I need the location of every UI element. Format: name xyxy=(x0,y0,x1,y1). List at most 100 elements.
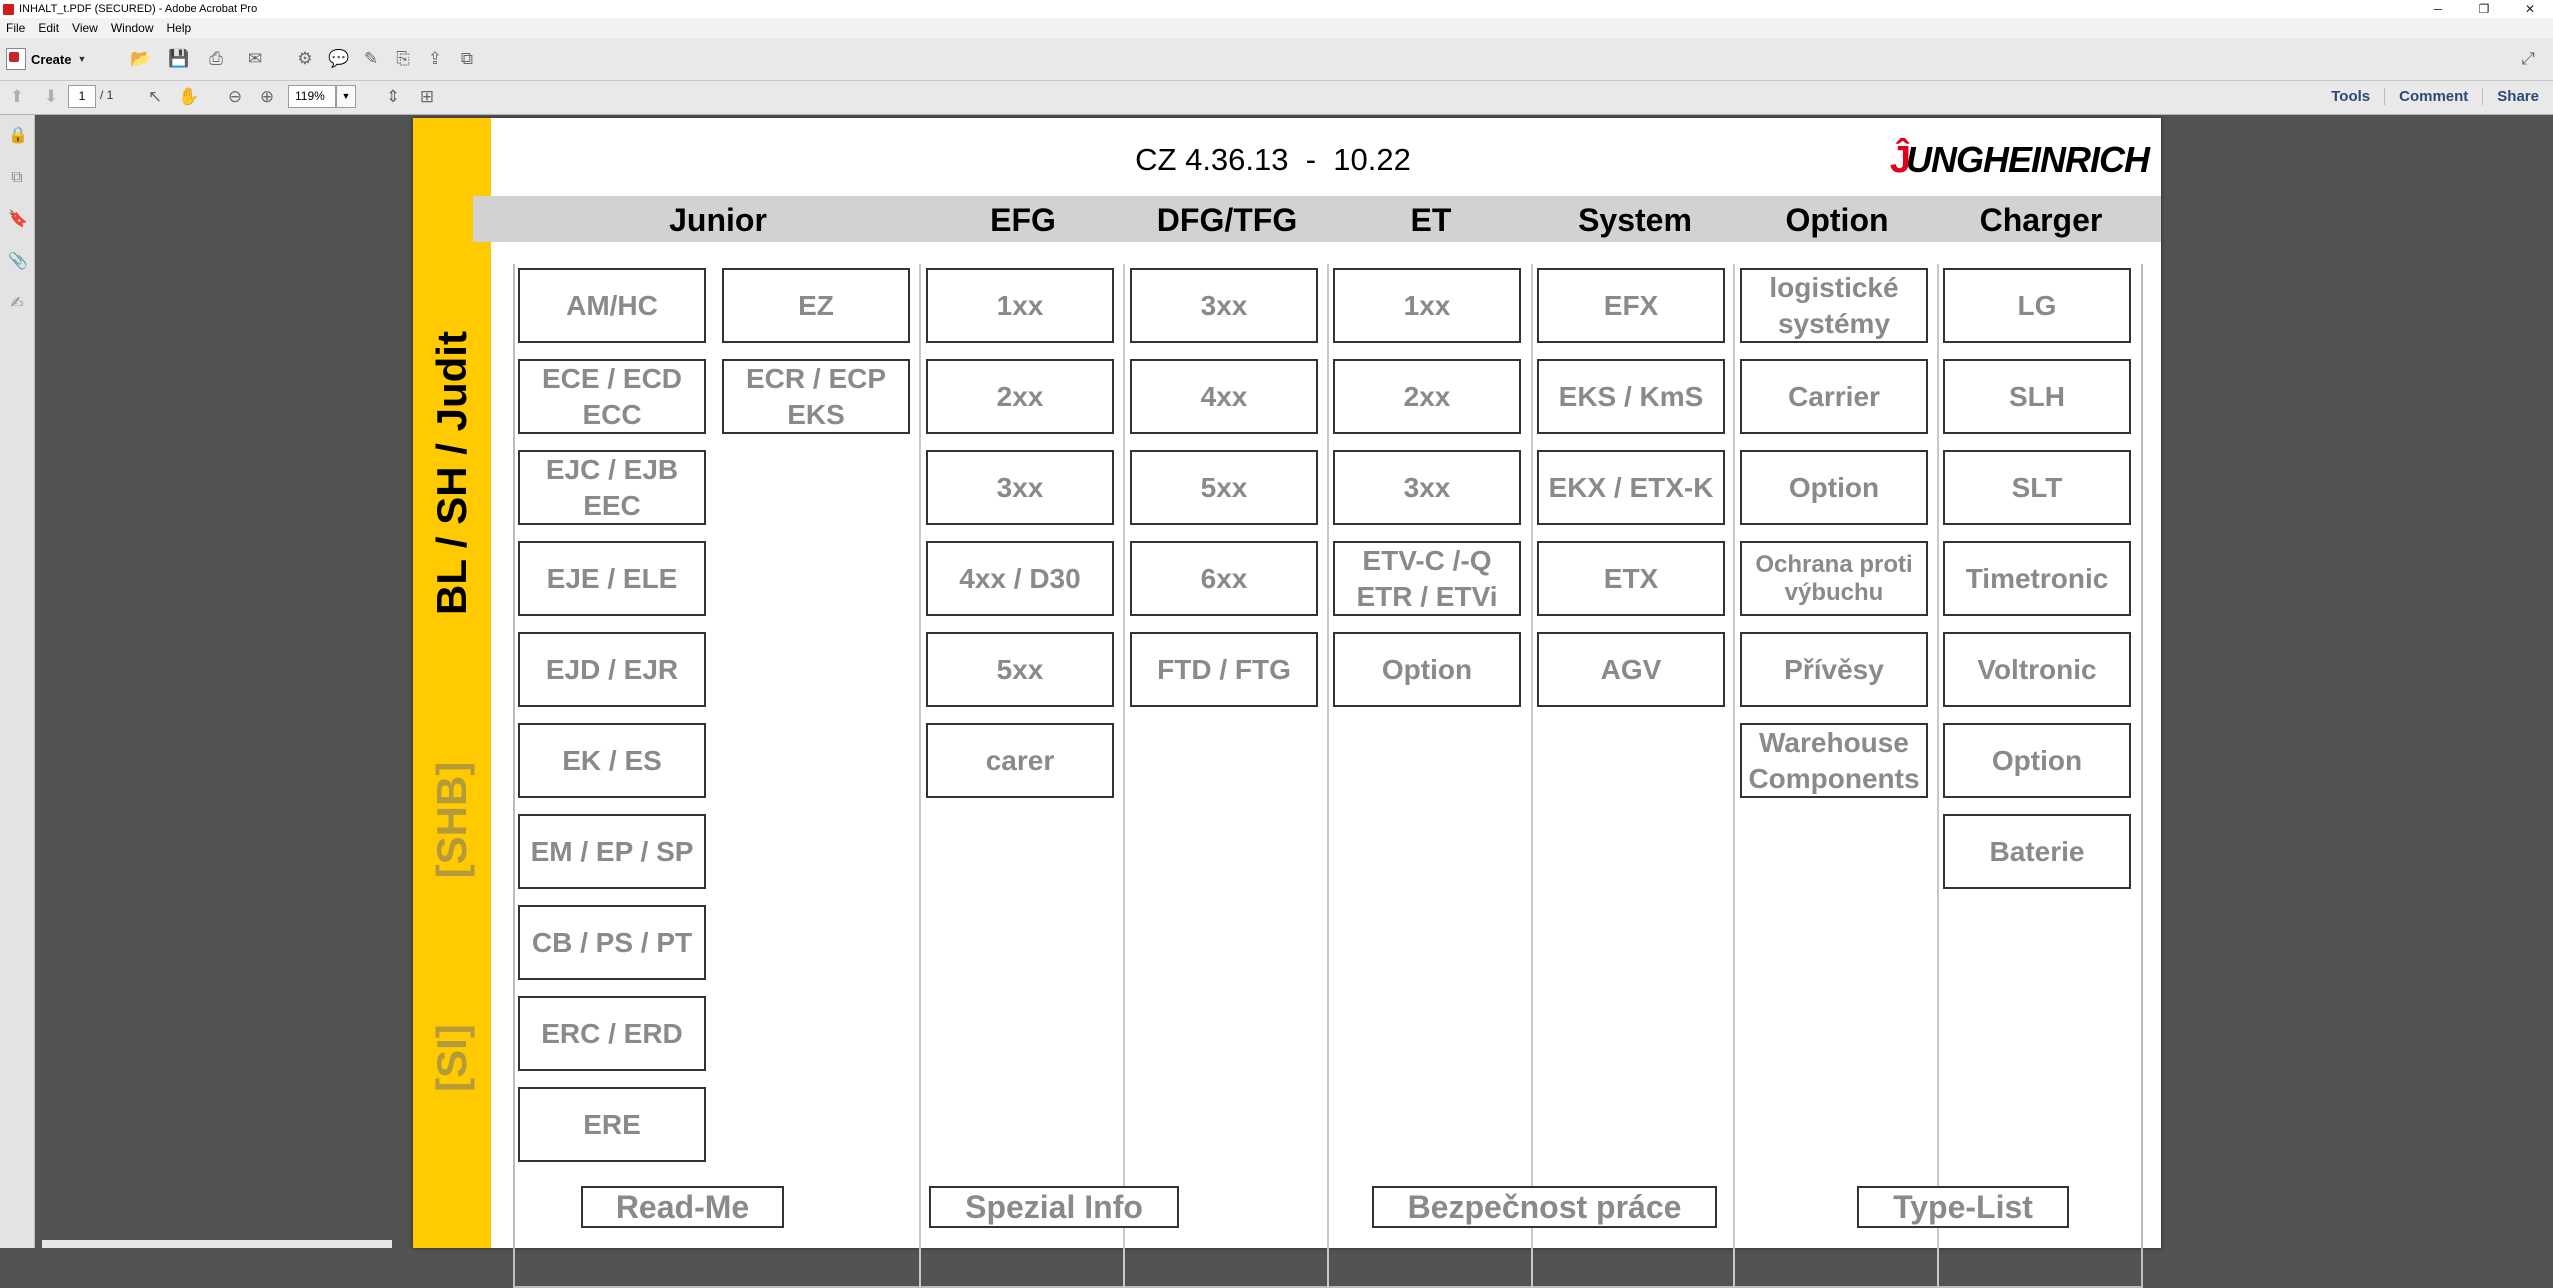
menu-edit[interactable]: Edit xyxy=(32,21,66,35)
link-et-1xx[interactable]: 1xx xyxy=(1333,268,1521,343)
link-timetronic[interactable]: Timetronic xyxy=(1943,541,2131,616)
link-ece-ecd-ecc[interactable]: ECE / ECD ECC xyxy=(518,359,706,434)
link-efg-1xx[interactable]: 1xx xyxy=(926,268,1114,343)
menu-view[interactable]: View xyxy=(66,21,105,35)
page-number-input[interactable]: 1 xyxy=(68,85,96,108)
signatures-icon[interactable]: ✍ xyxy=(8,295,26,313)
link-ez[interactable]: EZ xyxy=(722,268,910,343)
horizontal-scrollbar[interactable] xyxy=(42,1240,392,1248)
column-divider xyxy=(1123,264,1125,1288)
read-me-button[interactable]: Read-Me xyxy=(581,1186,784,1228)
link-et-3xx[interactable]: 3xx xyxy=(1333,450,1521,525)
link-logisticke-systemy[interactable]: logistické systémy xyxy=(1740,268,1928,343)
email-icon[interactable]: ✉ xyxy=(242,46,268,72)
tools-link[interactable]: Tools xyxy=(2317,88,2384,105)
link-eje-ele[interactable]: EJE / ELE xyxy=(518,541,706,616)
comment-icon[interactable]: 💬 xyxy=(326,46,352,72)
export-icon[interactable]: ⇪ xyxy=(422,46,448,72)
column-header-option: Option xyxy=(1785,202,1889,238)
bezpecnost-prace-button[interactable]: Bezpečnost práce xyxy=(1372,1186,1717,1228)
link-cb-ps-pt[interactable]: CB / PS / PT xyxy=(518,905,706,980)
menu-help[interactable]: Help xyxy=(161,21,199,35)
link-dfg-3xx[interactable]: 3xx xyxy=(1130,268,1318,343)
zoom-out-icon[interactable]: ⊖ xyxy=(222,84,248,110)
save-icon[interactable]: 💾 xyxy=(166,46,192,72)
link-erc-erd[interactable]: ERC / ERD xyxy=(518,996,706,1071)
link-dfg-4xx[interactable]: 4xx xyxy=(1130,359,1318,434)
expand-icon[interactable]: ⤢ xyxy=(2515,46,2541,72)
link-ochrana-proti-vybuchu[interactable]: Ochrana proti výbuchu xyxy=(1740,541,1928,616)
link-ekx-etx-k[interactable]: EKX / ETX-K xyxy=(1537,450,1725,525)
fit-page-icon[interactable]: ⇕ xyxy=(380,84,406,110)
link-agv[interactable]: AGV xyxy=(1537,632,1725,707)
link-voltronic[interactable]: Voltronic xyxy=(1943,632,2131,707)
link-etv-etr[interactable]: ETV-C /-Q ETR / ETVi xyxy=(1333,541,1521,616)
link-carrier[interactable]: Carrier xyxy=(1740,359,1928,434)
fit-width-icon[interactable]: ⊞ xyxy=(414,84,440,110)
zoom-in-icon[interactable]: ⊕ xyxy=(254,84,280,110)
link-am-hc[interactable]: AM/HC xyxy=(518,268,706,343)
hand-tool-icon[interactable]: ✋ xyxy=(176,84,202,110)
link-slh[interactable]: SLH xyxy=(1943,359,2131,434)
link-ek-es[interactable]: EK / ES xyxy=(518,723,706,798)
next-page-icon[interactable]: ⬇ xyxy=(38,84,64,110)
sign-icon[interactable]: ✎ xyxy=(358,46,384,72)
acrobat-icon xyxy=(3,3,14,15)
link-etx[interactable]: ETX xyxy=(1537,541,1725,616)
window-title: INHALT_t.PDF (SECURED) - Adobe Acrobat P… xyxy=(19,3,258,15)
menu-file[interactable]: File xyxy=(0,21,32,35)
zoom-dropdown-icon[interactable]: ▼ xyxy=(336,85,356,108)
link-efx[interactable]: EFX xyxy=(1537,268,1725,343)
link-lg[interactable]: LG xyxy=(1943,268,2131,343)
link-ecr-ecp-eks[interactable]: ECR / ECP EKS xyxy=(722,359,910,434)
create-button[interactable]: Create ▼ xyxy=(6,46,86,72)
review-icon[interactable]: ⎘ xyxy=(390,46,416,72)
bookmarks-icon[interactable]: 🔖 xyxy=(8,211,28,229)
link-option[interactable]: Option xyxy=(1740,450,1928,525)
attachments-icon[interactable]: 📎 xyxy=(8,253,28,271)
column-divider xyxy=(1937,264,1939,1288)
link-ejc-ejb-eec[interactable]: EJC / EJB EEC xyxy=(518,450,706,525)
link-efg-carer[interactable]: carer xyxy=(926,723,1114,798)
link-em-ep-sp[interactable]: EM / EP / SP xyxy=(518,814,706,889)
maximize-button[interactable]: ❐ xyxy=(2461,2,2507,16)
link-eks-kms[interactable]: EKS / KmS xyxy=(1537,359,1725,434)
link-et-option[interactable]: Option xyxy=(1333,632,1521,707)
link-baterie[interactable]: Baterie xyxy=(1943,814,2131,889)
share-link[interactable]: Share xyxy=(2482,87,2553,105)
link-dfg-5xx[interactable]: 5xx xyxy=(1130,450,1318,525)
link-slt[interactable]: SLT xyxy=(1943,450,2131,525)
link-dfg-6xx[interactable]: 6xx xyxy=(1130,541,1318,616)
menu-window[interactable]: Window xyxy=(105,21,161,35)
link-efg-4xx-d30[interactable]: 4xx / D30 xyxy=(926,541,1114,616)
zoom-input[interactable]: 119% xyxy=(288,85,336,108)
column-divider xyxy=(1327,264,1329,1288)
link-efg-5xx[interactable]: 5xx xyxy=(926,632,1114,707)
minimize-button[interactable]: ─ xyxy=(2415,2,2461,16)
side-label-main[interactable]: BL / SH / Judit xyxy=(428,331,476,615)
side-label-si[interactable]: [SI] xyxy=(428,1024,476,1092)
lock-icon[interactable]: 🔒 xyxy=(8,127,28,145)
print-icon[interactable]: ⎙ xyxy=(203,46,229,72)
page-thumbnails-icon[interactable]: ⧉ xyxy=(8,169,26,187)
spezial-info-button[interactable]: Spezial Info xyxy=(929,1186,1179,1228)
open-folder-icon[interactable]: 📂 xyxy=(128,46,154,72)
link-et-2xx[interactable]: 2xx xyxy=(1333,359,1521,434)
link-ejd-ejr[interactable]: EJD / EJR xyxy=(518,632,706,707)
link-warehouse-components[interactable]: Warehouse Components xyxy=(1740,723,1928,798)
comment-link[interactable]: Comment xyxy=(2384,87,2482,105)
select-tool-icon[interactable]: ↖ xyxy=(142,84,168,110)
link-efg-3xx[interactable]: 3xx xyxy=(926,450,1114,525)
combine-icon[interactable]: ⧉ xyxy=(454,46,480,72)
link-ere[interactable]: ERE xyxy=(518,1087,706,1162)
link-privesy[interactable]: Přívěsy xyxy=(1740,632,1928,707)
type-list-button[interactable]: Type-List xyxy=(1857,1186,2069,1228)
side-label-shb[interactable]: [SHB] xyxy=(428,762,476,879)
settings-icon[interactable]: ⚙ xyxy=(292,46,318,72)
link-efg-2xx[interactable]: 2xx xyxy=(926,359,1114,434)
close-button[interactable]: ✕ xyxy=(2507,2,2553,16)
link-charger-option[interactable]: Option xyxy=(1943,723,2131,798)
column-header-system: System xyxy=(1578,202,1692,238)
link-ftd-ftg[interactable]: FTD / FTG xyxy=(1130,632,1318,707)
previous-page-icon[interactable]: ⬆ xyxy=(4,84,30,110)
